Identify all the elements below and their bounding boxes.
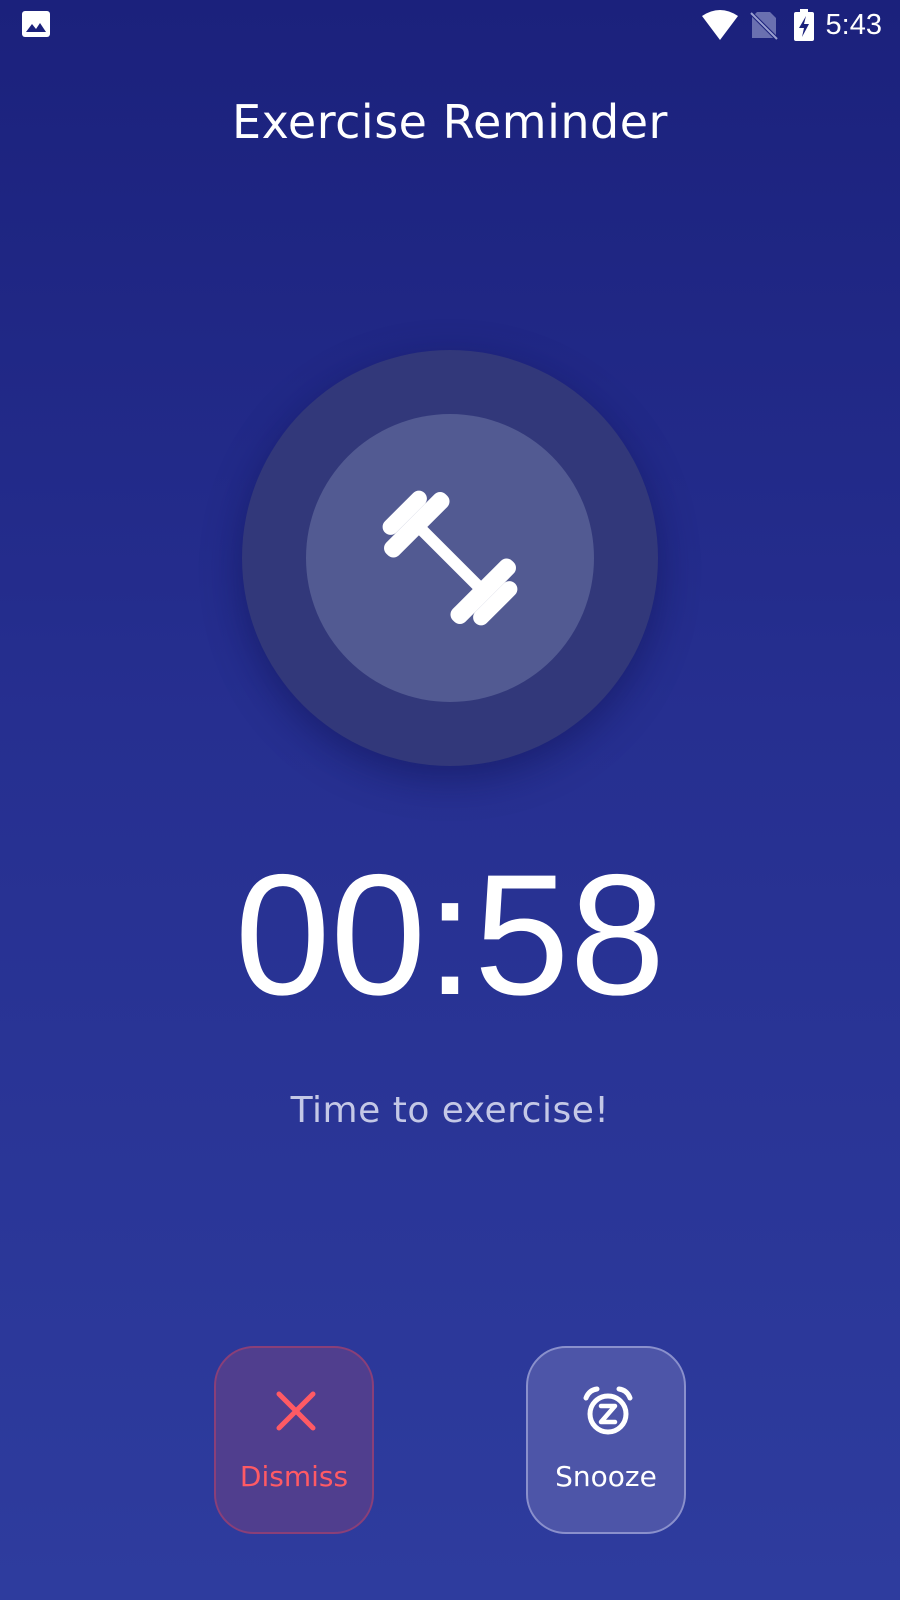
no-sim-icon [749,11,778,40]
dismiss-button[interactable]: Dismiss [214,1346,374,1534]
reminder-message: Time to exercise! [290,1090,610,1131]
snooze-label: Snooze [555,1460,657,1493]
snooze-button[interactable]: Snooze [526,1346,686,1534]
reminder-icon-circle [306,414,594,702]
countdown-timer: 00:58 [234,839,666,1031]
gallery-icon [22,11,50,37]
status-time: 5:43 [825,8,882,41]
dumbbell-icon [382,490,518,626]
page-title: Exercise Reminder [232,95,668,149]
close-icon [276,1391,316,1431]
snooze-alarm-icon [583,1386,633,1435]
status-icons: 5:43 [701,0,882,50]
dismiss-label: Dismiss [239,1460,349,1493]
battery-charging-icon [793,9,814,41]
reminder-icon-ring [242,350,658,766]
wifi-icon [701,10,738,40]
status-bar: 5:43 [0,0,900,50]
